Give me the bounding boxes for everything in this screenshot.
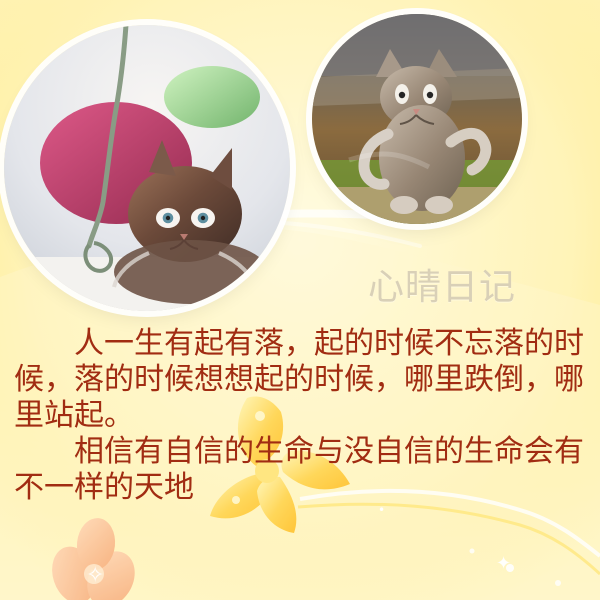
diary-title: 心晴日记	[368, 267, 517, 308]
greeting-card-page: 心晴日记 人一生有起有落，起的时候不忘落的时候，落的时候想想起的时候，哪里跌倒，…	[0, 0, 600, 600]
quote-text-block: 人一生有起有落，起的时候不忘落的时候，落的时候想想起的时候，哪里跌倒，哪里站起。…	[14, 326, 592, 506]
kitten-with-string-image	[4, 25, 290, 311]
quote-paragraph: 相信有自信的生命与没自信的生命会有不一样的天地	[14, 434, 584, 505]
sparkle-icon: ✧	[86, 563, 105, 588]
sparkle-icon: •	[378, 503, 386, 517]
quote-paragraph: 人一生有起有落，起的时候不忘落的时候，落的时候想想起的时候，哪里跌倒，哪里站起。	[14, 326, 584, 433]
sparkle-icon: ✦	[496, 553, 512, 574]
standing-kitten-photo	[312, 14, 522, 224]
kitten-with-string-photo	[4, 25, 290, 311]
standing-kitten-image	[312, 14, 522, 224]
